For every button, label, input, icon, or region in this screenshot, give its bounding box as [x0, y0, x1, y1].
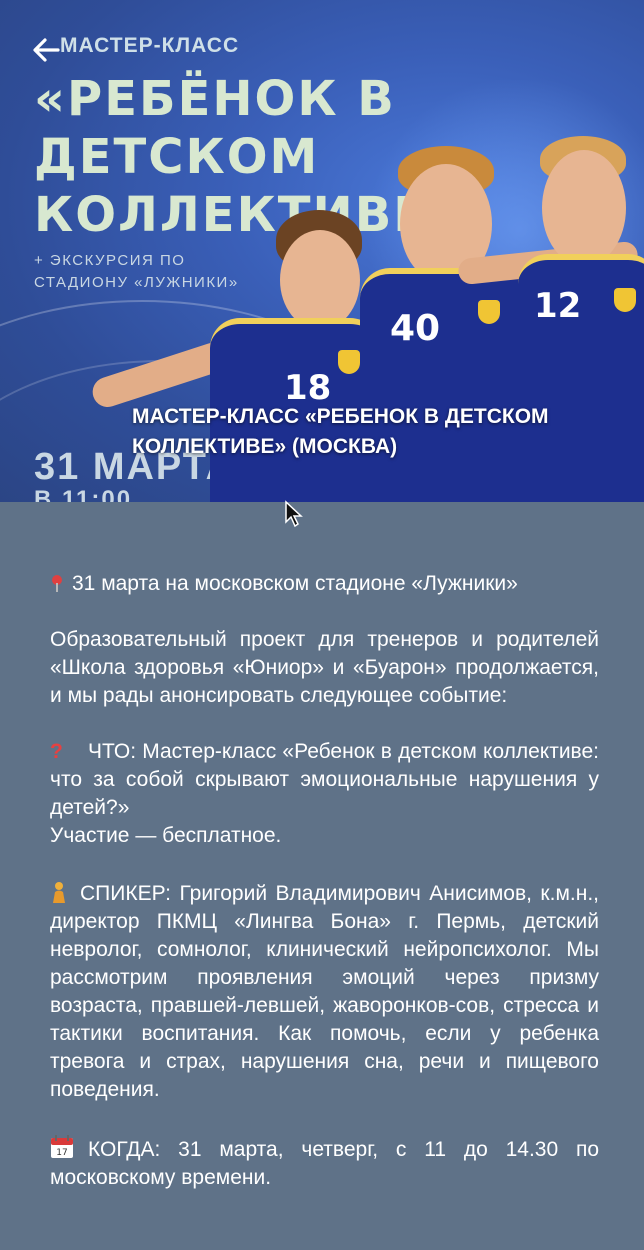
participation-line: Участие — бесплатное. — [50, 824, 282, 847]
when-text: КОГДА: 31 марта, четверг, с 11 до 14.30 … — [50, 1138, 599, 1189]
when-paragraph: 17 КОГДА: 31 марта, четверг, с 11 до 14.… — [50, 1132, 599, 1192]
what-paragraph: ? ЧТО: Мастер-класс «Ребенок в детском ко… — [50, 738, 599, 822]
jersey-number: 12 — [534, 286, 582, 326]
event-description: 31 марта на московском стадионе «Лужники… — [50, 570, 599, 1220]
person-icon — [53, 882, 65, 903]
club-badge — [338, 350, 360, 374]
poster-kicker: МАСТЕР-КЛАСС — [60, 34, 240, 57]
face — [542, 150, 626, 266]
back-button[interactable] — [28, 32, 64, 68]
speaker-text: СПИКЕР: Григорий Владимирович Анисимов, … — [50, 882, 599, 1101]
location-text: 31 марта на московском стадионе «Лужники… — [72, 572, 518, 595]
jersey-number: 40 — [390, 308, 441, 349]
what-text: ЧТО: Мастер-класс «Ребенок в детском кол… — [50, 740, 599, 819]
question-mark-icon: ? — [50, 740, 63, 763]
event-title: МАСТЕР-КЛАСС «РЕБЕНОК В ДЕТСКОМ КОЛЛЕКТИ… — [132, 405, 549, 458]
club-badge — [614, 288, 636, 312]
speaker-paragraph: СПИКЕР: Григорий Владимирович Анисимов, … — [50, 878, 599, 1104]
location-line: 31 марта на московском стадионе «Лужники… — [50, 570, 599, 598]
calendar-icon: 17 — [51, 1135, 73, 1158]
club-badge — [478, 300, 500, 324]
event-banner: МАСТЕР-КЛАСС «РЕБЁНОК В ДЕТСКОМ КОЛЛЕКТИ… — [0, 0, 644, 502]
intro-paragraph: Образовательный проект для тренеров и ро… — [50, 628, 599, 707]
mouse-cursor-icon — [285, 500, 303, 528]
pin-icon — [52, 575, 62, 592]
face — [280, 230, 360, 330]
poster-time: В 11:00 — [34, 486, 133, 502]
svg-text:17: 17 — [56, 1148, 67, 1158]
arrow-left-icon — [33, 38, 60, 62]
